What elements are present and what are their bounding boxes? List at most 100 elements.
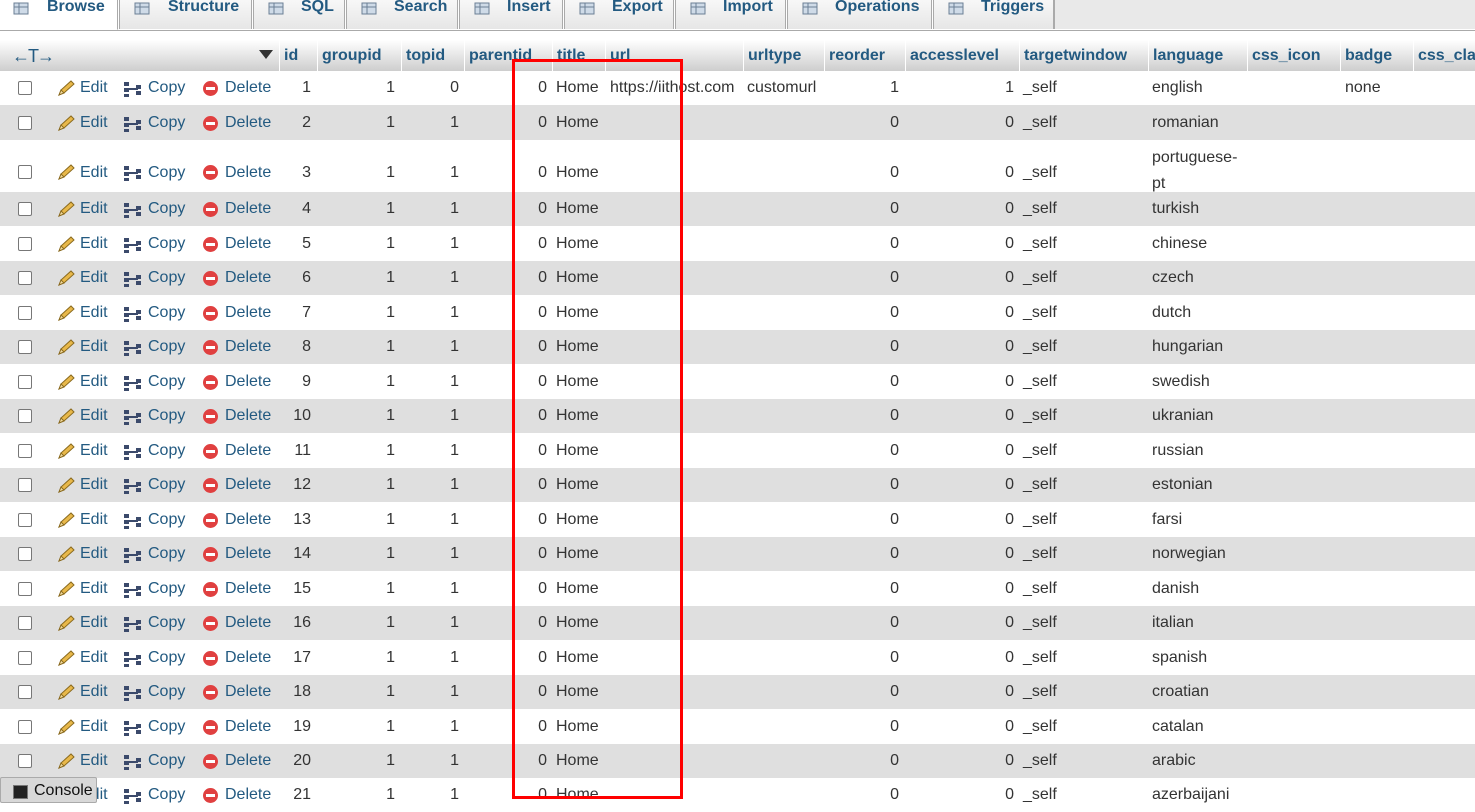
cell-language[interactable]: estonian — [1152, 476, 1244, 494]
cell-targetwindow[interactable]: _self — [1023, 752, 1143, 770]
cell-accesslevel[interactable]: 0 — [905, 718, 1014, 736]
edit-link[interactable]: Edit — [80, 338, 108, 356]
cell-accesslevel[interactable]: 1 — [905, 79, 1014, 97]
cell-language[interactable]: danish — [1152, 580, 1244, 598]
cell-groupid[interactable]: 1 — [317, 511, 395, 529]
cell-id[interactable]: 6 — [279, 269, 311, 287]
cell-topid[interactable]: 1 — [401, 373, 459, 391]
copy-link[interactable]: Copy — [148, 614, 185, 632]
edit-link[interactable]: Edit — [80, 476, 108, 494]
cell-title[interactable]: Home — [556, 786, 606, 804]
cell-accesslevel[interactable]: 0 — [905, 200, 1014, 218]
column-header-targetwindow[interactable]: targetwindow — [1019, 40, 1147, 72]
cell-topid[interactable]: 1 — [401, 786, 459, 804]
cell-groupid[interactable]: 1 — [317, 476, 395, 494]
column-header-badge[interactable]: badge — [1340, 40, 1412, 72]
cell-reorder[interactable]: 0 — [824, 235, 899, 253]
pencil-icon[interactable] — [56, 408, 75, 424]
cell-id[interactable]: 15 — [279, 580, 311, 598]
delete-link[interactable]: Delete — [225, 200, 271, 218]
delete-icon[interactable] — [203, 478, 218, 493]
column-header-topid[interactable]: topid — [401, 40, 463, 72]
cell-id[interactable]: 7 — [279, 304, 311, 322]
pencil-icon[interactable] — [56, 719, 75, 735]
copy-icon[interactable] — [123, 201, 141, 218]
copy-icon[interactable] — [123, 477, 141, 494]
cell-accesslevel[interactable]: 0 — [905, 407, 1014, 425]
copy-link[interactable]: Copy — [148, 786, 185, 804]
cell-topid[interactable]: 1 — [401, 304, 459, 322]
delete-link[interactable]: Delete — [225, 683, 271, 701]
cell-accesslevel[interactable]: 0 — [905, 269, 1014, 287]
delete-link[interactable]: Delete — [225, 79, 271, 97]
cell-targetwindow[interactable]: _self — [1023, 269, 1143, 287]
edit-link[interactable]: Edit — [80, 373, 108, 391]
cell-language[interactable]: catalan — [1152, 718, 1244, 736]
cell-targetwindow[interactable]: _self — [1023, 649, 1143, 667]
cell-parentid[interactable]: 0 — [464, 373, 547, 391]
cell-parentid[interactable]: 0 — [464, 476, 547, 494]
cell-title[interactable]: Home — [556, 164, 606, 182]
cell-language[interactable]: chinese — [1152, 235, 1244, 253]
cell-title[interactable]: Home — [556, 407, 606, 425]
edit-link[interactable]: Edit — [80, 442, 108, 460]
column-header-urltype[interactable]: urltype — [743, 40, 823, 72]
row-checkbox[interactable] — [18, 754, 32, 768]
cell-groupid[interactable]: 1 — [317, 235, 395, 253]
cell-accesslevel[interactable]: 0 — [905, 580, 1014, 598]
cell-topid[interactable]: 1 — [401, 269, 459, 287]
cell-parentid[interactable]: 0 — [464, 407, 547, 425]
cell-language[interactable]: russian — [1152, 442, 1244, 460]
copy-icon[interactable] — [123, 374, 141, 391]
copy-link[interactable]: Copy — [148, 683, 185, 701]
cell-id[interactable]: 1 — [279, 79, 311, 97]
cell-id[interactable]: 17 — [279, 649, 311, 667]
column-header-css-icon[interactable]: css_icon — [1247, 40, 1339, 72]
pencil-icon[interactable] — [56, 581, 75, 597]
cell-title[interactable]: Home — [556, 442, 606, 460]
cell-groupid[interactable]: 1 — [317, 338, 395, 356]
cell-id[interactable]: 18 — [279, 683, 311, 701]
cell-accesslevel[interactable]: 0 — [905, 786, 1014, 804]
cell-groupid[interactable]: 1 — [317, 442, 395, 460]
cell-reorder[interactable]: 1 — [824, 79, 899, 97]
copy-icon[interactable] — [123, 581, 141, 598]
row-checkbox[interactable] — [18, 616, 32, 630]
tab-insert[interactable]: Insert — [459, 0, 563, 29]
cell-id[interactable]: 13 — [279, 511, 311, 529]
cell-language[interactable]: ukranian — [1152, 407, 1244, 425]
edit-link[interactable]: Edit — [80, 407, 108, 425]
copy-icon[interactable] — [123, 443, 141, 460]
copy-icon[interactable] — [123, 339, 141, 356]
cell-topid[interactable]: 1 — [401, 614, 459, 632]
cell-targetwindow[interactable]: _self — [1023, 718, 1143, 736]
delete-icon[interactable] — [203, 513, 218, 528]
delete-link[interactable]: Delete — [225, 614, 271, 632]
cell-reorder[interactable]: 0 — [824, 786, 899, 804]
cell-parentid[interactable]: 0 — [464, 114, 547, 132]
cell-language[interactable]: arabic — [1152, 752, 1244, 770]
cell-targetwindow[interactable]: _self — [1023, 476, 1143, 494]
cell-reorder[interactable]: 0 — [824, 683, 899, 701]
column-header-title[interactable]: title — [552, 40, 604, 72]
cell-title[interactable]: Home — [556, 683, 606, 701]
cell-topid[interactable]: 1 — [401, 511, 459, 529]
delete-icon[interactable] — [203, 165, 218, 180]
cell-id[interactable]: 21 — [279, 786, 311, 804]
cell-accesslevel[interactable]: 0 — [905, 545, 1014, 563]
cell-title[interactable]: Home — [556, 373, 606, 391]
delete-icon[interactable] — [203, 340, 218, 355]
copy-link[interactable]: Copy — [148, 304, 185, 322]
cell-topid[interactable]: 1 — [401, 683, 459, 701]
cell-id[interactable]: 11 — [279, 442, 311, 460]
pencil-icon[interactable] — [56, 477, 75, 493]
cell-reorder[interactable]: 0 — [824, 718, 899, 736]
cell-parentid[interactable]: 0 — [464, 79, 547, 97]
cell-accesslevel[interactable]: 0 — [905, 511, 1014, 529]
cell-targetwindow[interactable]: _self — [1023, 683, 1143, 701]
delete-icon[interactable] — [203, 444, 218, 459]
delete-link[interactable]: Delete — [225, 304, 271, 322]
cell-topid[interactable]: 1 — [401, 235, 459, 253]
cell-language[interactable]: turkish — [1152, 200, 1244, 218]
cell-topid[interactable]: 1 — [401, 407, 459, 425]
